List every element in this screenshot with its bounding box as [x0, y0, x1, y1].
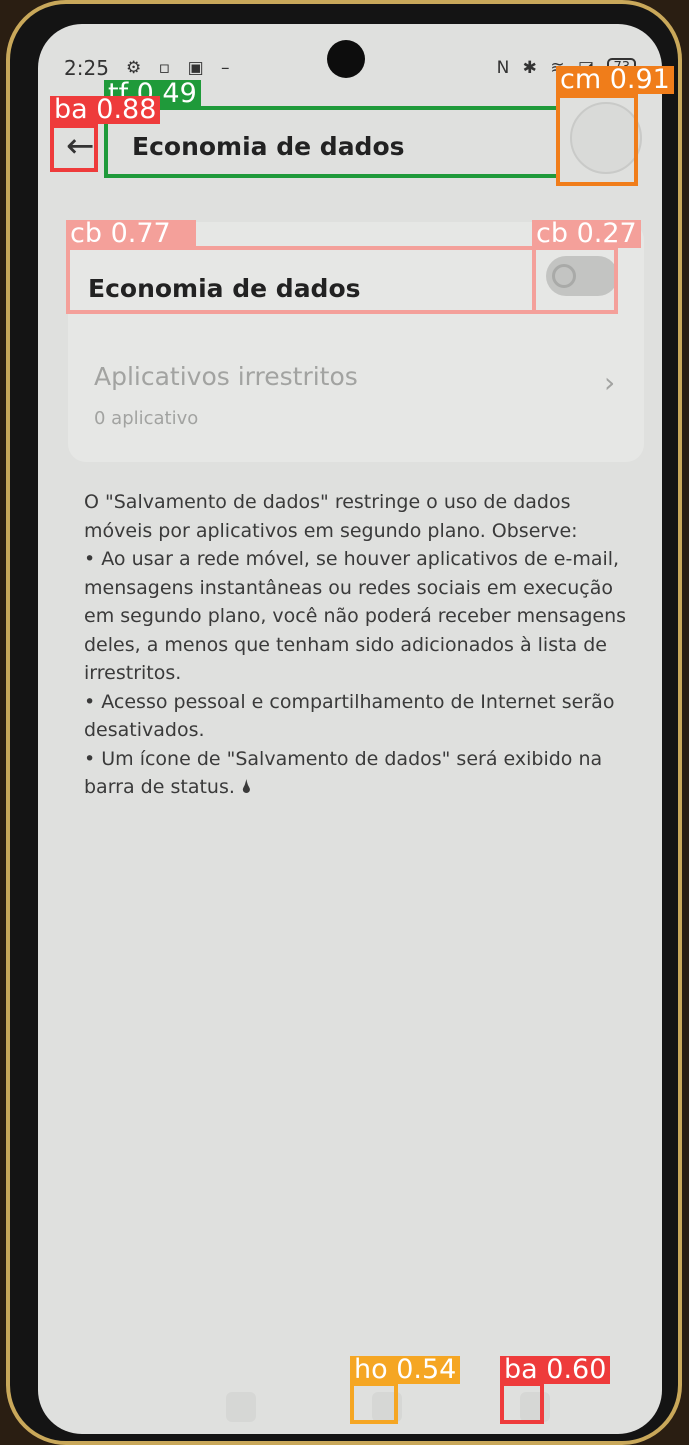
ann-box-ba-top: [50, 124, 98, 172]
description-bullet-3: • Um ícone de "Salvamento de dados" será…: [84, 747, 603, 799]
description-text: O "Salvamento de dados" restringe o uso …: [84, 488, 644, 802]
status-time: 2:25: [64, 56, 109, 80]
ann-label-cb-right: cb 0.27: [532, 220, 641, 248]
ann-label-cm-top: cm 0.91: [556, 66, 674, 94]
chevron-right-icon: ›: [604, 366, 616, 399]
description-bullet-2: • Acesso pessoal e compartilhamento de I…: [84, 690, 615, 742]
ann-box-ba-bottom: [500, 1382, 544, 1424]
ann-label-ba-top: ba 0.88: [50, 96, 161, 124]
unrestricted-apps-count: 0 aplicativo: [94, 408, 199, 429]
ann-box-cb-left: [66, 246, 536, 314]
ann-box-tf-top: [104, 106, 560, 178]
notification-icons: ⚙ ▫ ▣ –: [126, 58, 236, 78]
description-intro: O "Salvamento de dados" restringe o uso …: [84, 491, 578, 542]
ann-box-cm-top: [556, 94, 638, 186]
ann-box-ho-bottom: [350, 1382, 398, 1424]
unrestricted-apps-label[interactable]: Aplicativos irrestritos: [94, 362, 358, 391]
phone-frame: 2:25 ⚙ ▫ ▣ – N ✱ ≋ ◪ 73 ← Economia de da…: [6, 0, 682, 1445]
ann-label-cb-left: cb 0.77: [66, 220, 196, 248]
nav-recents-button[interactable]: [226, 1392, 256, 1422]
ann-label-ho-bottom: ho 0.54: [350, 1356, 461, 1384]
ann-label-ba-bottom: ba 0.60: [500, 1356, 611, 1384]
ann-box-cb-right: [532, 246, 618, 314]
description-bullet-1: • Ao usar a rede móvel, se houver aplica…: [84, 548, 627, 684]
